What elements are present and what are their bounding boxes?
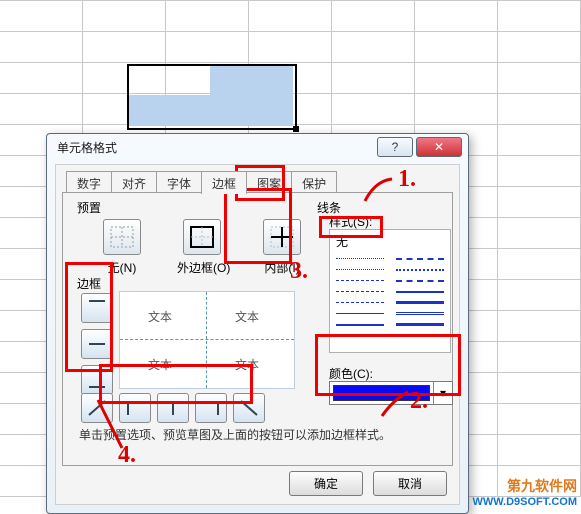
border-hmid-icon xyxy=(87,335,107,353)
preset-label: 预置 xyxy=(77,199,101,216)
ok-label: 确定 xyxy=(314,475,338,492)
tab-protect[interactable]: 保护 xyxy=(291,171,337,194)
border-bottom-button[interactable] xyxy=(81,365,113,395)
style-item[interactable] xyxy=(330,308,390,319)
ok-button[interactable]: 确定 xyxy=(289,471,363,496)
tab-strip: 数字 对齐 字体 边框 图案 保护 xyxy=(66,171,336,194)
style-item[interactable] xyxy=(330,253,390,264)
tab-border[interactable]: 边框 xyxy=(201,171,247,194)
style-item[interactable] xyxy=(390,253,450,264)
border-left-icon xyxy=(125,399,145,417)
style-item[interactable] xyxy=(330,286,390,297)
tab-label: 保护 xyxy=(302,175,326,192)
style-item[interactable] xyxy=(330,297,390,308)
color-swatch xyxy=(333,385,430,401)
dialog-title: 单元格格式 xyxy=(57,139,117,156)
preview-text: 文本 xyxy=(148,356,172,373)
style-item[interactable] xyxy=(390,286,450,297)
tab-font[interactable]: 字体 xyxy=(156,171,202,194)
tab-label: 对齐 xyxy=(122,175,146,192)
preset-outer-button[interactable] xyxy=(183,219,221,255)
tab-page-border: 预置 无(N) 外边框(O) xyxy=(62,192,453,466)
preview-text: 文本 xyxy=(235,356,259,373)
style-item[interactable] xyxy=(390,264,450,275)
line-style-list[interactable]: 无 xyxy=(329,229,451,353)
preview-text: 文本 xyxy=(235,308,259,325)
cancel-label: 取消 xyxy=(398,475,422,492)
style-none[interactable]: 无 xyxy=(330,230,450,253)
close-icon: ✕ xyxy=(434,140,444,154)
border-right-icon xyxy=(201,399,221,417)
preset-none-icon xyxy=(110,226,134,248)
preset-none-label: 无(N) xyxy=(97,259,147,276)
preset-outer-icon xyxy=(190,226,214,248)
question-icon: ? xyxy=(392,140,399,154)
border-right-button[interactable] xyxy=(195,393,227,423)
preset-inner-button[interactable] xyxy=(263,219,301,255)
close-button[interactable]: ✕ xyxy=(416,137,462,157)
style-item[interactable] xyxy=(390,275,450,286)
border-label: 边框 xyxy=(77,275,101,292)
diag-up-icon xyxy=(87,399,107,417)
format-cells-dialog: 单元格格式 ? ✕ 数字 对齐 字体 边框 图案 保护 预置 无(N) xyxy=(46,133,469,514)
fill-handle[interactable] xyxy=(293,126,299,132)
style-item[interactable] xyxy=(390,297,450,308)
preset-inner-icon xyxy=(270,226,294,248)
diag-down-icon xyxy=(239,399,259,417)
style-item[interactable] xyxy=(330,319,390,330)
tab-label: 图案 xyxy=(257,175,281,192)
help-text: 单击预置选项、预览草图及上面的按钮可以添加边框样式。 xyxy=(79,427,444,443)
preset-none-button[interactable] xyxy=(103,219,141,255)
preset-inner-label: 内部(I) xyxy=(257,259,307,276)
style-item[interactable] xyxy=(390,308,450,319)
title-bar[interactable]: 单元格格式 ? ✕ xyxy=(47,134,468,160)
cancel-button[interactable]: 取消 xyxy=(373,471,447,496)
tab-pattern[interactable]: 图案 xyxy=(246,171,292,194)
border-vmid-icon xyxy=(163,399,183,417)
help-button[interactable]: ? xyxy=(377,137,413,157)
border-preview[interactable]: 文本 文本 文本 文本 xyxy=(119,291,295,389)
style-item[interactable] xyxy=(330,264,390,275)
border-diag-down-button[interactable] xyxy=(233,393,265,423)
border-diag-up-button[interactable] xyxy=(81,393,113,423)
preset-outer-label: 外边框(O) xyxy=(177,259,227,276)
border-middle-v-button[interactable] xyxy=(157,393,189,423)
border-bottom-icon xyxy=(87,371,107,389)
color-label: 颜色(C): xyxy=(329,365,373,382)
tab-label: 数字 xyxy=(77,175,101,192)
border-middle-h-button[interactable] xyxy=(81,329,113,359)
style-item[interactable] xyxy=(390,319,450,330)
preview-text: 文本 xyxy=(148,308,172,325)
selected-cells[interactable] xyxy=(127,64,297,130)
style-item[interactable] xyxy=(330,275,390,286)
border-left-button[interactable] xyxy=(119,393,151,423)
border-top-icon xyxy=(87,299,107,317)
border-top-button[interactable] xyxy=(81,293,113,323)
tab-number[interactable]: 数字 xyxy=(66,171,112,194)
color-picker[interactable]: ▾ xyxy=(329,381,453,405)
dropdown-arrow-icon: ▾ xyxy=(433,382,452,404)
tab-label: 边框 xyxy=(212,175,236,192)
style-label: 样式(S): xyxy=(329,213,372,230)
tab-label: 字体 xyxy=(167,175,191,192)
tab-align[interactable]: 对齐 xyxy=(111,171,157,194)
